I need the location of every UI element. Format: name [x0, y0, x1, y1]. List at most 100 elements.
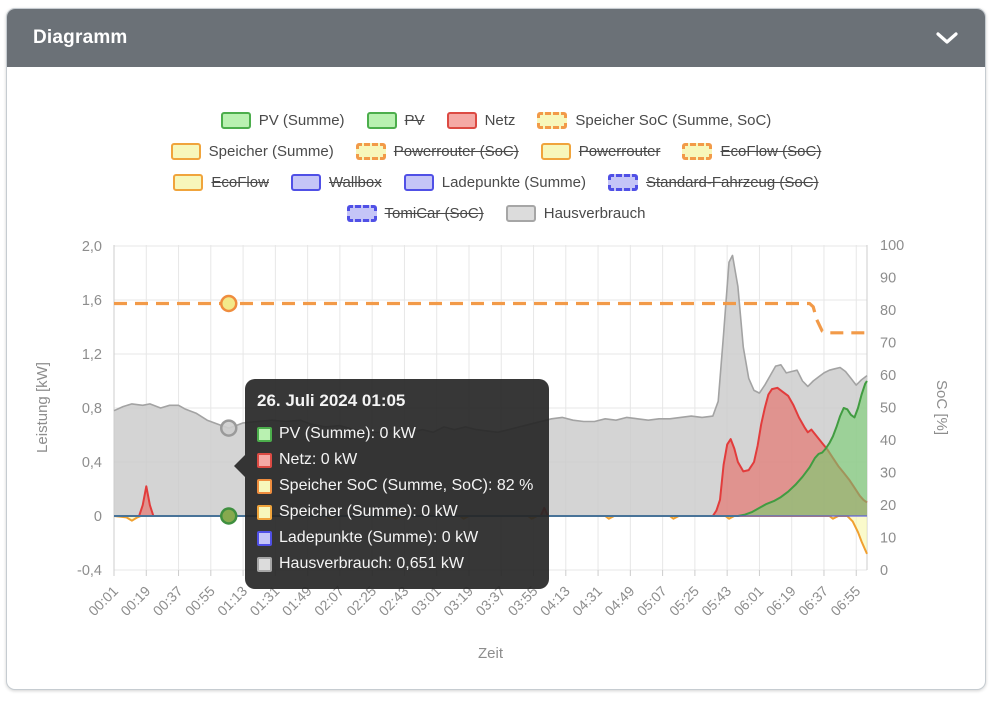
x-tick: 06:19	[763, 583, 799, 619]
x-tick: 05:07	[634, 583, 670, 619]
legend-row: PV (Summe) PV Netz Speicher SoC (Summe, SoC…	[7, 105, 985, 136]
legend-swatch-icon	[355, 143, 386, 160]
legend-item-standard-fahrzeug-soc[interactable]: Standard-Fahrzeug (SoC)	[607, 174, 819, 191]
legend-item-ladepunkte-summe[interactable]: Ladepunkte (Summe)	[403, 174, 586, 191]
diagram-card: Diagramm PV (Summe) PV Netz Speicher SoC (S…	[6, 8, 986, 690]
tooltip-swatch-icon	[257, 478, 272, 494]
hover-marker-pv-summe	[219, 507, 238, 525]
tooltip-swatch-icon	[257, 556, 272, 572]
y-right-tick: 40	[880, 433, 896, 449]
y-right-tick: 70	[880, 336, 896, 352]
legend-swatch-icon	[220, 112, 251, 129]
y-left-tick: -0,4	[77, 563, 102, 579]
x-tick: 00:37	[150, 583, 186, 619]
legend-label: EcoFlow	[211, 174, 269, 191]
x-tick: 00:55	[182, 583, 218, 619]
tooltip-text: PV (Summe): 0 kW	[279, 425, 416, 442]
legend-item-pv[interactable]: PV	[366, 112, 425, 129]
y-left-tick: 0,8	[82, 401, 102, 417]
chart-tooltip: 26. Juli 2024 01:05 PV (Summe): 0 kW Netz…	[234, 379, 549, 589]
legend-swatch-icon	[366, 112, 397, 129]
y-left-tick: 1,2	[82, 347, 102, 363]
y-left-axis-title: Leistung [kW]	[34, 362, 51, 453]
hover-marker-speicher-soc-summe-soc	[219, 294, 238, 313]
y-right-tick: 30	[880, 466, 896, 482]
tooltip-row: Speicher (Summe): 0 kW	[257, 499, 535, 525]
y-right-tick: 60	[880, 368, 896, 384]
tooltip-text: Speicher SoC (Summe, SoC): 82 %	[279, 477, 534, 494]
legend-item-powerrouter-soc[interactable]: Powerrouter (SoC)	[355, 143, 519, 160]
legend-item-pv-summe[interactable]: PV (Summe)	[220, 112, 345, 129]
tooltip-swatch-icon	[257, 504, 272, 520]
x-axis-title: Zeit	[478, 645, 504, 662]
tooltip-title: 26. Juli 2024 01:05	[257, 391, 406, 410]
legend-row: TomiCar (SoC) Hausverbrauch	[7, 198, 985, 229]
legend-label: TomiCar (SoC)	[384, 205, 484, 222]
legend-swatch-icon	[607, 174, 638, 191]
y-right-tick: 0	[880, 563, 888, 579]
legend-item-ecoflow-soc[interactable]: EcoFlow (SoC)	[682, 143, 821, 160]
x-tick: 06:55	[827, 583, 863, 619]
legend-swatch-icon	[346, 205, 377, 222]
legend-label: PV (Summe)	[258, 112, 345, 129]
y-left-tick: 1,6	[82, 293, 102, 309]
y-right-tick: 10	[880, 531, 896, 547]
legend-swatch-icon	[170, 143, 201, 160]
legend-row: EcoFlow Wallbox Ladepunkte (Summe) Standard…	[7, 167, 985, 198]
x-tick: 06:01	[730, 583, 766, 619]
y-right-tick: 50	[880, 401, 896, 417]
chart-legend: PV (Summe) PV Netz Speicher SoC (Summe, SoC…	[7, 67, 985, 229]
legend-swatch-icon	[403, 174, 434, 191]
legend-swatch-icon	[173, 174, 204, 191]
card-title: Diagramm	[33, 27, 128, 48]
tooltip-swatch-icon	[257, 426, 272, 442]
tooltip-text: Netz: 0 kW	[279, 451, 358, 468]
x-tick: 01:13	[214, 583, 250, 619]
y-right-tick: 80	[880, 303, 896, 319]
legend-label: Standard-Fahrzeug (SoC)	[645, 174, 819, 191]
legend-swatch-icon	[540, 143, 571, 160]
y-left-tick: 0	[94, 509, 102, 525]
legend-item-ecoflow[interactable]: EcoFlow	[173, 174, 269, 191]
legend-swatch-icon	[446, 112, 477, 129]
x-tick: 06:37	[795, 583, 831, 619]
tooltip-row: Hausverbrauch: 0,651 kW	[257, 551, 535, 577]
legend-label: Speicher (Summe)	[208, 143, 334, 160]
legend-item-speicher-soc-summe-soc[interactable]: Speicher SoC (Summe, SoC)	[537, 112, 771, 129]
page: Diagramm PV (Summe) PV Netz Speicher SoC (S…	[0, 0, 996, 705]
legend-swatch-icon	[290, 174, 321, 191]
legend-swatch-icon	[682, 143, 713, 160]
legend-label: EcoFlow (SoC)	[720, 143, 822, 160]
legend-swatch-icon	[537, 112, 568, 129]
y-right-axis-title: SoC [%]	[933, 380, 950, 435]
y-left-tick: 2,0	[82, 239, 102, 255]
legend-label: PV	[404, 112, 425, 129]
chevron-down-icon[interactable]	[935, 31, 959, 45]
y-right-tick: 100	[880, 238, 904, 254]
tooltip-row: PV (Summe): 0 kW	[257, 421, 535, 447]
chart-area: 2,0 1,6 1,2 0,8 0,4 0 -0,4 100 90 80 70 60 50 40 30 20 1…	[7, 233, 985, 686]
legend-label: Netz	[484, 112, 516, 129]
legend-item-hausverbrauch[interactable]: Hausverbrauch	[505, 205, 645, 222]
y-right-tick: 90	[880, 271, 896, 287]
tooltip-text: Speicher (Summe): 0 kW	[279, 503, 458, 520]
legend-swatch-icon	[505, 205, 536, 222]
legend-item-powerrouter[interactable]: Powerrouter	[540, 143, 661, 160]
tooltip-row: Netz: 0 kW	[257, 447, 535, 473]
tooltip-row: Speicher SoC (Summe, SoC): 82 %	[257, 473, 535, 499]
legend-label: Powerrouter (SoC)	[393, 143, 519, 160]
legend-item-tomicar-soc[interactable]: TomiCar (SoC)	[346, 205, 484, 222]
tooltip-row: Ladepunkte (Summe): 0 kW	[257, 525, 535, 551]
x-tick: 00:01	[85, 583, 121, 619]
legend-item-netz[interactable]: Netz	[446, 112, 516, 129]
legend-label: Powerrouter	[578, 143, 661, 160]
tooltip-swatch-icon	[257, 530, 272, 546]
x-tick: 00:19	[117, 583, 153, 619]
x-tick: 05:43	[698, 583, 734, 619]
legend-label: Speicher SoC (Summe, SoC)	[575, 112, 772, 129]
x-tick: 04:31	[569, 583, 605, 619]
legend-item-speicher-summe[interactable]: Speicher (Summe)	[170, 143, 334, 160]
tooltip-text: Ladepunkte (Summe): 0 kW	[279, 529, 479, 546]
legend-item-wallbox[interactable]: Wallbox	[290, 174, 382, 191]
card-header[interactable]: Diagramm	[7, 9, 985, 67]
